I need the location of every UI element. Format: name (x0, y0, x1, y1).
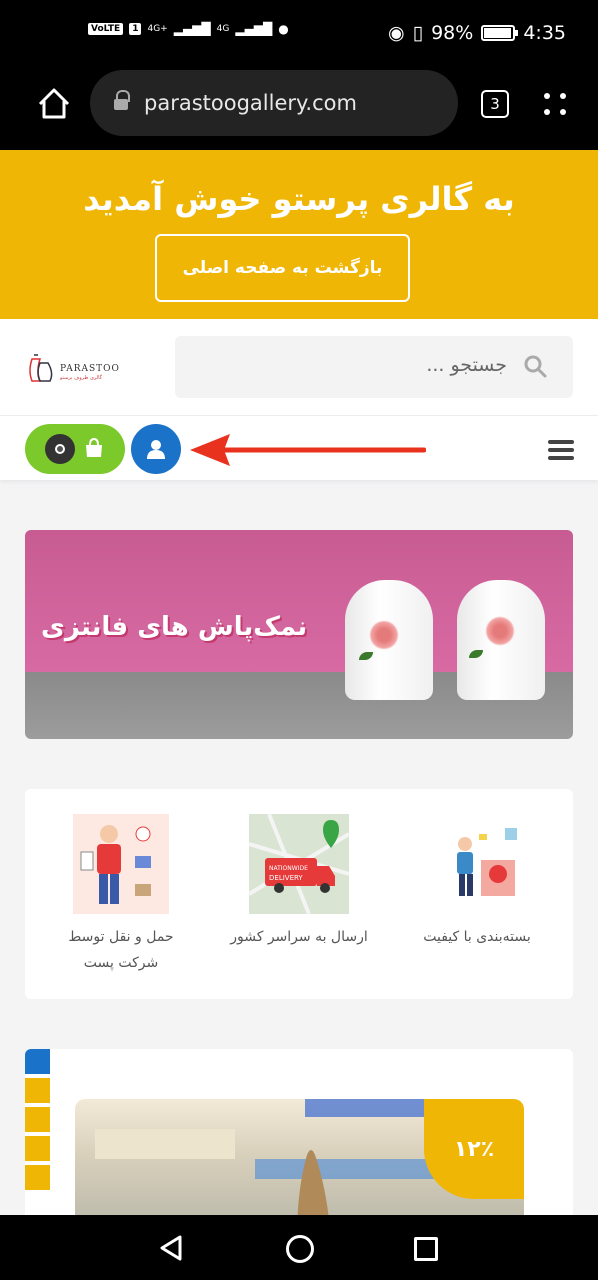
parastoo-logo-icon (29, 354, 53, 382)
site-toolbar: 0 (0, 416, 598, 480)
address-bar[interactable]: parastoogallery.com (90, 70, 458, 136)
feature-label: بسته‌بندی با کیفیت (423, 929, 531, 945)
salt-shaker-image (345, 580, 433, 700)
recents-icon[interactable] (414, 1237, 438, 1261)
red-arrow-annotation (190, 434, 426, 466)
pepper-shaker-image (457, 580, 545, 700)
cart-button[interactable]: 0 (25, 424, 125, 474)
search-placeholder: جستجو ... (426, 354, 507, 376)
status-right: ◉ ▯ 98% 4:35 (388, 22, 566, 44)
site-header: PARASTOO گالری ظروف پرستو جستجو ... (0, 319, 598, 416)
category-tab[interactable] (25, 1078, 50, 1103)
feature-item: حمل و نقل توسط شرکت پست (51, 814, 191, 976)
battery-percent: 98% (431, 22, 474, 44)
signal-1-label: 4G+ (147, 24, 168, 34)
svg-text:NATIONWIDE: NATIONWIDE (269, 865, 308, 872)
hamburger-menu-icon[interactable] (548, 440, 574, 460)
back-to-home-button[interactable]: بازگشت به صفحه اصلی (155, 234, 410, 302)
promo-banner[interactable]: نمک‌پاش های فانتزی (25, 530, 573, 739)
shopping-bag-icon (86, 437, 102, 457)
courier-icon (73, 814, 169, 914)
site-logo[interactable]: PARASTOO گالری ظروف پرستو (26, 351, 126, 385)
cart-count-badge: 0 (45, 434, 75, 464)
eye-icon: ◉ (388, 22, 405, 44)
discount-badge: ۱۲٪ (424, 1099, 524, 1199)
packaging-icon (429, 814, 525, 914)
lock-icon (114, 90, 130, 110)
category-tab[interactable] (25, 1049, 50, 1074)
welcome-banner: به گالری پرستو خوش آمدید بازگشت به صفحه … (0, 150, 598, 319)
status-bar: VoLTE 1 4G+ ▂▄▆█ 4G ▂▄▆█ ● ◉ ▯ 98% 4:35 (0, 0, 598, 70)
signal-bars-icon: ▂▄▆█ (173, 22, 211, 36)
logo-tagline: گالری ظروف پرستو (60, 374, 103, 381)
browser-menu-icon[interactable] (541, 90, 569, 118)
url-text: parastoogallery.com (144, 91, 357, 115)
battery-icon (481, 25, 519, 41)
delivery-truck-icon: NATIONWIDE DELIVERY (247, 813, 351, 915)
home-circle-icon[interactable] (286, 1235, 314, 1263)
promo-title: نمک‌پاش های فانتزی (41, 612, 308, 642)
clock: 4:35 (523, 22, 566, 44)
search-input[interactable]: جستجو ... (175, 336, 573, 398)
product-card-image[interactable]: ۱۲٪ (75, 1099, 524, 1229)
feature-item: بسته‌بندی با کیفیت (407, 814, 547, 950)
user-icon (147, 440, 165, 459)
feature-label: ارسال به سراسر کشور (230, 929, 368, 945)
cart-count-value: 0 (55, 444, 65, 454)
status-left: VoLTE 1 4G+ ▂▄▆█ 4G ▂▄▆█ ● (88, 22, 289, 36)
tab-switcher-button[interactable]: 3 (481, 90, 509, 118)
signal-2-label: 4G (216, 24, 230, 34)
signal-bars-icon: ▂▄▆█ (235, 22, 273, 36)
product-section: ۱۲٪ (25, 1049, 573, 1229)
message-icon: ● (278, 22, 289, 36)
category-tab[interactable] (25, 1107, 50, 1132)
feature-label: حمل و نقل توسط شرکت پست (68, 929, 174, 971)
features-section: حمل و نقل توسط شرکت پست NATIONWIDE DELIV… (25, 789, 573, 999)
back-icon[interactable] (158, 1235, 184, 1261)
category-tabs (25, 1049, 50, 1194)
logo-name: PARASTOO (60, 363, 120, 374)
sim-badge: 1 (129, 23, 142, 35)
search-icon[interactable] (523, 354, 547, 378)
welcome-title: به گالری پرستو خوش آمدید (83, 180, 515, 218)
category-tab[interactable] (25, 1136, 50, 1161)
vibrate-icon: ▯ (412, 22, 424, 44)
browser-toolbar: parastoogallery.com 3 (0, 70, 598, 150)
home-icon[interactable] (34, 84, 74, 124)
svg-text:DELIVERY: DELIVERY (269, 874, 303, 882)
feature-item: NATIONWIDE DELIVERY ارسال به سراسر کشور (229, 813, 369, 950)
category-tab[interactable] (25, 1165, 50, 1190)
volte-badge: VoLTE (88, 23, 124, 35)
system-nav-bar (0, 1215, 598, 1280)
account-button[interactable] (131, 424, 181, 474)
